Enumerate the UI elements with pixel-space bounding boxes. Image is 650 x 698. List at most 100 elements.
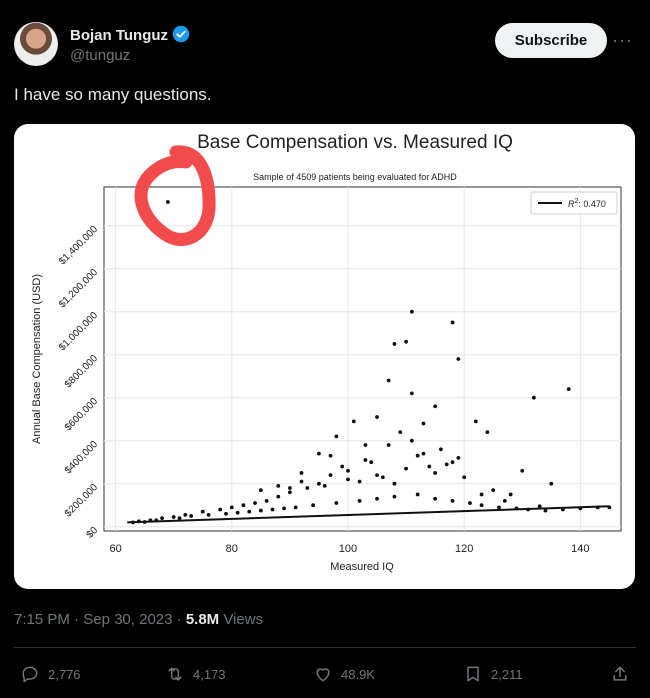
data-point [299, 471, 304, 475]
share-button[interactable] [610, 664, 630, 684]
data-point [131, 520, 135, 525]
y-tick-label: $400,000 [63, 439, 101, 477]
y-tick-label: $600,000 [63, 396, 101, 434]
data-point [351, 419, 356, 424]
data-point [444, 462, 449, 467]
tweet-meta: 7:15 PM · Sep 30, 2023 · 5.8M Views [14, 611, 263, 628]
data-point [299, 479, 304, 484]
data-point [462, 475, 467, 480]
data-point [404, 466, 408, 471]
x-tick-label: 140 [571, 543, 589, 555]
data-point [305, 486, 310, 490]
y-tick-label: $1,400,000 [57, 224, 100, 267]
author-handle[interactable]: @tunguz [70, 47, 130, 64]
data-point [317, 481, 321, 486]
author-name[interactable]: Bojan Tunguz [70, 25, 190, 44]
bookmark-icon [467, 666, 479, 682]
data-point [386, 443, 391, 447]
data-point [468, 501, 472, 505]
view-count: 5.8M [185, 611, 220, 628]
share-icon [613, 666, 627, 681]
more-options-icon[interactable]: ··· [612, 30, 633, 51]
data-point [520, 468, 525, 473]
like-button[interactable]: 48.9K [313, 664, 375, 684]
data-point [485, 430, 490, 434]
y-tick-label: $1,200,000 [57, 267, 100, 310]
like-count: 48.9K [341, 666, 375, 682]
meta-separator: · [172, 611, 186, 628]
data-point [491, 488, 496, 493]
y-tick-label: $200,000 [63, 482, 101, 520]
x-tick-label: 60 [109, 543, 121, 555]
data-point [433, 404, 438, 409]
y-tick-label: $1,000,000 [57, 310, 100, 353]
data-point [386, 378, 391, 383]
data-point [235, 510, 240, 515]
data-point [450, 320, 455, 325]
data-point [136, 519, 141, 524]
data-point [346, 468, 350, 473]
data-point [293, 505, 298, 510]
bookmark-button[interactable]: 2,211 [463, 664, 523, 684]
tweet-date[interactable]: Sep 30, 2023 [83, 611, 172, 628]
data-point [241, 503, 246, 508]
data-point [409, 309, 414, 314]
reply-icon [22, 666, 38, 683]
data-point [375, 496, 379, 501]
data-point [165, 200, 170, 204]
data-point [346, 477, 350, 482]
y-axis-label: Annual Base Compensation (USD) [31, 274, 43, 444]
data-point [229, 505, 234, 510]
data-point [392, 494, 397, 499]
legend: R2: 0.470 [530, 191, 618, 215]
data-point [409, 438, 414, 443]
repost-icon [168, 667, 182, 681]
repost-button[interactable]: 4,173 [165, 664, 226, 684]
data-point [421, 421, 426, 426]
data-point [404, 339, 408, 344]
data-point [508, 492, 513, 497]
data-point [334, 434, 339, 439]
data-point [317, 451, 321, 456]
data-point [200, 509, 205, 514]
data-point [479, 503, 484, 508]
meta-separator: · [69, 611, 84, 628]
data-point [392, 481, 397, 486]
tweet-image[interactable]: Base Compensation vs. Measured IQ Sample… [14, 124, 635, 589]
bookmark-count: 2,211 [491, 666, 523, 682]
data-point [549, 481, 554, 486]
data-point [369, 460, 374, 465]
data-point [357, 479, 362, 484]
data-point [415, 453, 420, 458]
data-point [276, 483, 281, 488]
data-point [415, 492, 420, 497]
data-point [264, 499, 269, 503]
data-point [439, 447, 443, 452]
data-point [514, 506, 519, 511]
reply-button[interactable]: 2,776 [20, 664, 81, 684]
data-point [218, 507, 223, 512]
data-point [363, 443, 368, 447]
avatar[interactable] [14, 22, 58, 66]
data-point [334, 501, 339, 505]
data-point [433, 471, 438, 475]
data-point [526, 507, 530, 512]
data-point [328, 473, 333, 477]
data-point [270, 507, 275, 512]
data-point [287, 490, 292, 495]
subscribe-button[interactable]: Subscribe [495, 23, 607, 58]
data-point [561, 507, 565, 512]
data-point [206, 512, 211, 517]
x-axis-label: Measured IQ [330, 561, 394, 573]
data-point [497, 505, 501, 510]
data-point [543, 508, 548, 513]
data-point [398, 430, 403, 434]
author-name-text[interactable]: Bojan Tunguz [70, 27, 168, 44]
data-point [421, 451, 426, 456]
data-point [409, 391, 414, 396]
data-point [311, 503, 316, 508]
tweet-time[interactable]: 7:15 PM [14, 611, 70, 628]
heart-icon [316, 668, 330, 682]
data-point [473, 419, 478, 424]
views-label: Views [219, 611, 264, 628]
